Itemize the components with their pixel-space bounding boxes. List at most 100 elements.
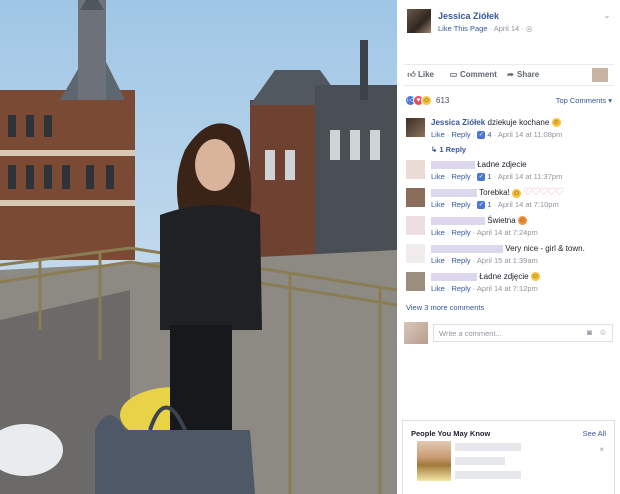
like-page-link[interactable]: Like This Page [438, 24, 487, 33]
view-replies-link[interactable]: ↳ 1 Reply [431, 145, 466, 154]
comment-like-count[interactable]: 1 [487, 172, 491, 181]
comment-meta: Like · Reply · April 15 at 1:39am [431, 256, 538, 265]
like-button[interactable]: 👍︎ Like [407, 70, 434, 80]
smile-emoji-icon: ☺ [551, 118, 561, 128]
comment-text: dziekuje kochane [487, 118, 550, 127]
share-button-label: Share [517, 70, 540, 79]
add-friend-button-redacted[interactable] [455, 471, 521, 479]
comment-time[interactable]: April 15 at 1:39am [477, 256, 538, 265]
comment-icon: ▭ [449, 70, 458, 79]
suggested-person-name-redacted[interactable] [455, 443, 521, 451]
top-comments-dropdown[interactable]: Top Comments ▾ [556, 96, 612, 105]
comment-text: Ładne zdjecie [477, 160, 527, 169]
comment-body: Świetna ☺ Like · Reply · April 14 at 7:2… [431, 216, 611, 238]
comment-like-link[interactable]: Like [431, 200, 445, 209]
meta-separator-2: · [521, 24, 524, 33]
comment-time[interactable]: April 14 at 7:12pm [477, 284, 538, 293]
comment-reply-link[interactable]: Reply [451, 256, 470, 265]
comment-body: Very nice - girl & town. Like · Reply · … [431, 244, 611, 266]
comment-reply-link[interactable]: Reply [451, 172, 470, 181]
comment-like-count[interactable]: 1 [487, 200, 491, 209]
comment-meta: Like · Reply · ✓ 1 · April 14 at 7:10pm [431, 200, 559, 210]
commenter-name-redacted[interactable] [431, 189, 477, 197]
page-name-link[interactable]: Jessica Ziółek [438, 11, 499, 21]
post-header: Jessica Ziółek Like This Page · April 14… [407, 9, 612, 39]
facebook-photo-viewer: Jessica Ziółek Like This Page · April 14… [0, 0, 620, 494]
haha-reaction-icon: ☺ [421, 95, 432, 106]
commenter-name-redacted[interactable] [431, 216, 485, 225]
commenter-avatar[interactable] [406, 160, 425, 179]
post-action-bar: 👍︎ Like ▭ Comment ➦ Share [403, 64, 614, 86]
comment-time[interactable]: April 14 at 11:37pm [498, 172, 562, 181]
thumbs-up-icon: ✓ [477, 173, 486, 182]
comment-like-link[interactable]: Like [431, 172, 445, 181]
comment-time[interactable]: April 14 at 7:10pm [498, 200, 559, 209]
thumbs-up-icon: ✓ [477, 131, 486, 140]
comment-button[interactable]: ▭ Comment [449, 70, 497, 79]
comment-input[interactable] [434, 325, 574, 341]
post-date[interactable]: April 14 [494, 24, 519, 33]
comment-like-link[interactable]: Like [431, 284, 445, 293]
view-more-comments-link[interactable]: View 3 more comments [406, 303, 484, 312]
comment-body: Torebka! ☺ ♡♡♡♡♡ Like · Reply · ✓ 1 · Ap… [431, 188, 611, 210]
like-button-label: Like [418, 70, 435, 79]
comment-meta: Like · Reply · ✓ 1 · April 14 at 11:37pm [431, 172, 563, 182]
comment-body: Ładne zdjęcie ☺ Like · Reply · April 14 … [431, 272, 611, 294]
comment-text: Ładne zdjęcie [479, 272, 529, 281]
reaction-count[interactable]: 613 [436, 96, 449, 105]
commenter-avatar[interactable] [406, 216, 425, 235]
commenter-name-redacted[interactable] [431, 244, 503, 253]
grimace-emoji-icon: ☺ [512, 188, 521, 198]
comment-reply-link[interactable]: Reply [451, 130, 470, 139]
comment-input-wrapper: ◙ ☺ [433, 324, 613, 342]
viewer-avatar[interactable] [592, 68, 608, 82]
page-avatar[interactable] [407, 9, 431, 33]
suggested-person-photo[interactable] [417, 441, 451, 481]
commenter-avatar[interactable] [406, 118, 425, 137]
viewer-avatar[interactable] [404, 322, 428, 344]
commenter-name[interactable]: Jessica Ziółek [431, 118, 485, 127]
comment-body: Ładne zdjecie Like · Reply · ✓ 1 · April… [431, 160, 611, 182]
globe-icon: ◎ [525, 24, 533, 33]
comment-like-link[interactable]: Like [431, 228, 445, 237]
see-all-link[interactable]: See All [583, 429, 606, 438]
heart-emoji-icons: ♡♡♡♡♡ [523, 187, 564, 198]
comment-time[interactable]: April 14 at 11:08pm [498, 130, 562, 139]
commenter-name-redacted[interactable] [431, 160, 475, 169]
thumbs-up-icon: 👍︎ [407, 70, 416, 79]
post-photo[interactable] [0, 0, 397, 494]
comment-meta: Like · Reply · April 14 at 7:12pm [431, 284, 538, 293]
heart-eyes-emoji-icon: ☺ [517, 216, 527, 226]
share-icon: ➦ [507, 70, 514, 79]
comment-time[interactable]: April 14 at 7:24pm [477, 228, 538, 237]
post-meta: Like This Page · April 14 · ◎ [438, 24, 532, 33]
comment-reply-link[interactable]: Reply [451, 200, 470, 209]
emoji-icon[interactable]: ☺ [599, 328, 607, 337]
comment-meta: Like · Reply · ✓ 4 · April 14 at 11:08pm [431, 130, 563, 140]
people-you-may-know-box: People You May Know See All × [402, 420, 615, 494]
chevron-down-icon[interactable]: ⌄ [602, 11, 612, 21]
comment-reply-link[interactable]: Reply [451, 284, 470, 293]
thumbs-up-icon: ✓ [477, 201, 486, 210]
suggested-person-info-redacted [455, 457, 505, 465]
comment-composer: ◙ ☺ [403, 320, 614, 346]
pymk-title: People You May Know [411, 429, 491, 438]
close-icon[interactable]: × [599, 445, 604, 454]
comment-text: Very nice - girl & town. [505, 244, 585, 253]
photo-illustration [0, 0, 397, 494]
comment-button-label: Comment [460, 70, 497, 79]
commenter-avatar[interactable] [406, 244, 425, 263]
share-button[interactable]: ➦ Share [506, 70, 539, 79]
comment-like-count[interactable]: 4 [487, 130, 491, 139]
meta-separator: · [489, 24, 493, 33]
commenter-name-redacted[interactable] [431, 272, 477, 281]
comment-like-link[interactable]: Like [431, 130, 445, 139]
commenter-avatar[interactable] [406, 188, 425, 207]
comment-like-link[interactable]: Like [431, 256, 445, 265]
camera-icon[interactable]: ◙ [587, 328, 592, 337]
reply-arrow-icon: ↳ [431, 145, 438, 154]
grin-emoji-icon: ☺ [530, 272, 540, 282]
commenter-avatar[interactable] [406, 272, 425, 291]
comment-reply-link[interactable]: Reply [451, 228, 470, 237]
comment-body: Jessica Ziółek dziekuje kochane ☺ Like ·… [431, 118, 611, 140]
